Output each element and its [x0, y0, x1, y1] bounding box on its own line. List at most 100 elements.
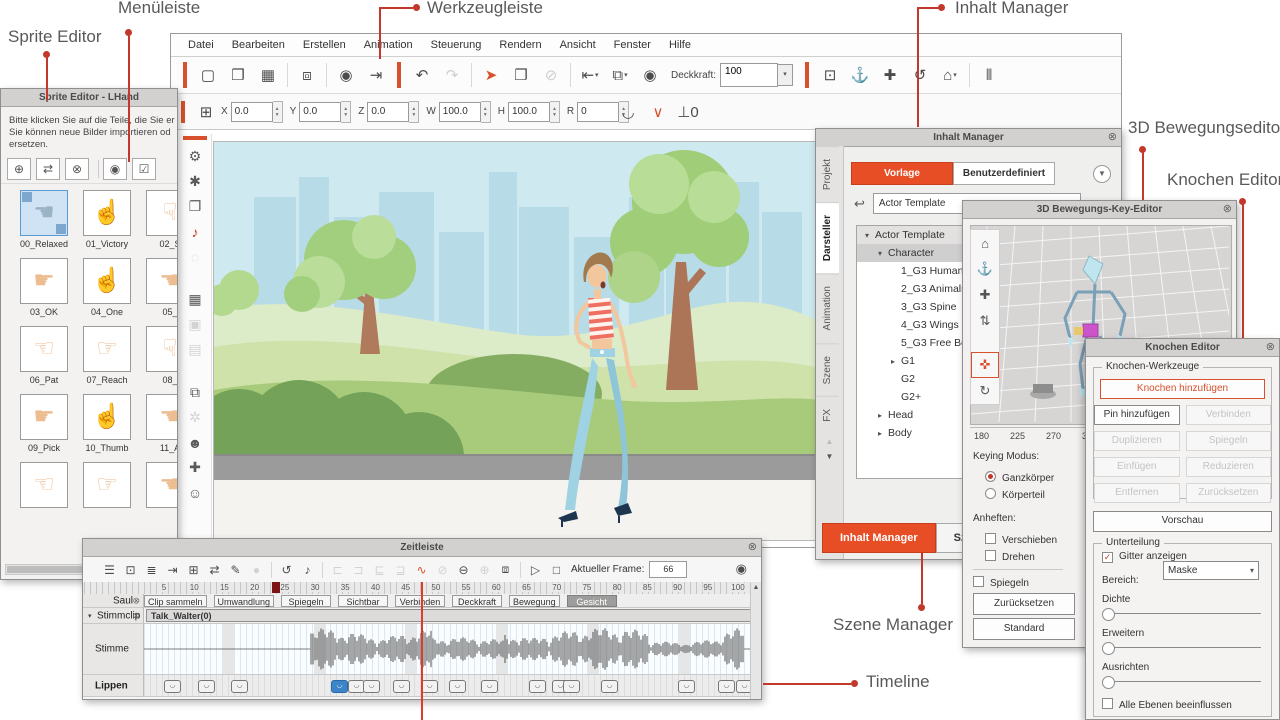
undo-icon[interactable]: ↶ — [409, 63, 435, 87]
playhead-line[interactable] — [421, 582, 423, 720]
bereich-dropdown[interactable]: Maske — [1163, 561, 1259, 580]
save-icon[interactable]: ▦ — [255, 63, 281, 87]
lipsync-key[interactable]: ◡ — [481, 680, 498, 693]
dock-grid-icon[interactable]: ⊞ — [193, 100, 219, 124]
manager-tab[interactable]: Inhalt Manager — [822, 523, 936, 553]
hand-sprite-icon[interactable]: ☝ — [83, 394, 131, 440]
slider-knob-icon[interactable] — [1102, 642, 1115, 655]
spinner-icon[interactable]: ▲▼ — [341, 101, 351, 123]
swap-frame-icon[interactable]: ⇄ — [205, 561, 224, 579]
sprite-item[interactable]: ☟ 02_S — [141, 190, 177, 249]
move-bone-icon[interactable]: ✜ — [971, 352, 999, 378]
hand-sprite-icon[interactable]: ☛ — [20, 258, 68, 304]
menu-item[interactable]: Erstellen — [294, 39, 355, 51]
preview-button[interactable]: Vorschau — [1093, 511, 1272, 532]
sprite-item[interactable]: ☚ 05_ — [141, 258, 177, 317]
hand-sprite-icon[interactable]: ☞ — [83, 462, 131, 508]
sprite-item[interactable]: ☜ 06_Pat — [15, 326, 73, 385]
hand-sprite-icon[interactable]: ☜ — [20, 462, 68, 508]
scroll-up-icon[interactable]: ▲ — [816, 434, 843, 449]
menu-item[interactable]: Datei — [179, 39, 223, 51]
unlink-clip-icon[interactable]: ⊘ — [433, 561, 452, 579]
tree-expand-icon[interactable]: ▸ — [878, 407, 888, 425]
tree-expand-icon[interactable]: ▾ — [878, 245, 888, 263]
stop-icon[interactable]: □ — [547, 561, 566, 579]
collapse-icon[interactable]: ▾ — [88, 612, 92, 620]
tree-expand-icon[interactable]: ▸ — [878, 425, 888, 443]
category-tab[interactable]: Szene — [816, 343, 839, 396]
spinner-icon[interactable]: ▲▼ — [481, 101, 491, 123]
close-icon[interactable]: ⊗ — [1266, 339, 1275, 356]
select-icon[interactable]: ➤ — [478, 63, 504, 87]
voice-icon[interactable]: ♪ — [179, 219, 211, 244]
deckkraft-dropdown-icon[interactable]: ▾ — [778, 64, 793, 86]
rotate-icon[interactable]: ↺ — [907, 63, 933, 87]
close-track-icon[interactable]: ⊗ — [132, 610, 140, 621]
lipsync-key[interactable]: ◡ — [421, 680, 438, 693]
smooth-curve-icon[interactable]: ◡ — [615, 100, 641, 124]
hand-sprite-icon[interactable]: ☛ — [20, 394, 68, 440]
spinner-icon[interactable]: ▲▼ — [550, 101, 560, 123]
align-clip-icon[interactable]: ⊑ — [370, 561, 389, 579]
chevron-down-icon[interactable]: ▼ — [1093, 165, 1111, 183]
category-tab[interactable]: Animation — [816, 273, 839, 342]
category-tab[interactable]: Darsteller — [816, 202, 839, 273]
add-frame-icon[interactable]: ⊞ — [184, 561, 203, 579]
transform-input[interactable]: 0.0 — [299, 102, 341, 122]
hand-sprite-icon[interactable]: ☜ — [20, 326, 68, 372]
hand-sprite-icon[interactable]: ☚ — [20, 190, 68, 236]
scroll-down-icon[interactable]: ▼ — [816, 449, 843, 464]
visibility-icon[interactable]: ◉ — [637, 63, 663, 87]
mask-icon[interactable]: ⊘ — [538, 63, 564, 87]
group-icon[interactable]: ⊏ — [328, 561, 347, 579]
cart-icon[interactable]: ⧈ — [294, 63, 320, 87]
zero-pose-icon[interactable]: ⊥0 — [675, 100, 701, 124]
menu-item[interactable]: Animation — [355, 39, 422, 51]
tree-expand-icon[interactable]: ▾ — [865, 227, 875, 245]
playhead-marker[interactable] — [272, 582, 280, 593]
break-clip-icon[interactable]: ∿ — [412, 561, 431, 579]
ungroup-icon[interactable]: ⊐ — [349, 561, 368, 579]
hand-sprite-icon[interactable]: ☝ — [83, 258, 131, 304]
sprite-grid-icon[interactable]: ▦ — [179, 287, 211, 312]
edit-menu-icon[interactable]: ✎ — [226, 561, 245, 579]
snapshot-icon[interactable]: ⊡ — [121, 561, 140, 579]
anchor-icon[interactable]: ⚓ — [847, 63, 873, 87]
lipsync-key[interactable]: ◡ — [363, 680, 380, 693]
tree-expand-icon[interactable]: ▸ — [891, 353, 901, 371]
menu-item[interactable]: Steuerung — [422, 39, 491, 51]
sprite-item[interactable]: ☝ 04_One — [78, 258, 136, 317]
sprite-item[interactable]: ☜ — [15, 462, 73, 511]
track-section-button[interactable]: Gesicht — [567, 595, 617, 607]
menu-item[interactable]: Rendern — [490, 39, 550, 51]
track-list-icon[interactable]: ☰ — [100, 561, 119, 579]
stage-canvas[interactable] — [213, 141, 821, 541]
trim-clip-icon[interactable]: ⊒ — [391, 561, 410, 579]
home-icon[interactable]: ⌂▾ — [937, 63, 963, 87]
bone-tool-button[interactable]: Zurücksetzen — [1186, 483, 1272, 503]
play-icon[interactable]: ▷ — [526, 561, 545, 579]
track-visibility-icon[interactable]: ◉ — [736, 561, 747, 577]
sprite-swap-icon[interactable]: ❐ — [179, 194, 211, 219]
sprite-item[interactable]: ☝ 10_Thumb — [78, 394, 136, 453]
param-icon[interactable]: ▤ — [179, 337, 211, 362]
menu-item[interactable]: Ansicht — [551, 39, 605, 51]
home-view-icon[interactable]: ⌂ — [971, 230, 999, 256]
anchor-view-icon[interactable]: ⚓ — [971, 256, 999, 282]
sprite-item[interactable]: ☛ 09_Pick — [15, 394, 73, 453]
timeline-vscrollbar[interactable]: ▲ — [750, 582, 761, 699]
lipsync-key[interactable]: ◡ — [164, 680, 181, 693]
record-icon[interactable]: ● — [247, 561, 266, 579]
slider-control[interactable] — [1102, 642, 1261, 654]
object-icon[interactable]: ❐ — [508, 63, 534, 87]
lipsync-key[interactable]: ◡ — [718, 680, 735, 693]
category-tab[interactable]: Projekt — [816, 146, 839, 202]
transform-input[interactable]: 0.0 — [231, 102, 273, 122]
body-puppet-icon[interactable]: ✲ — [179, 405, 211, 430]
close-icon[interactable]: ⊗ — [1223, 201, 1232, 218]
eye-icon[interactable]: ◉ — [103, 158, 127, 180]
menu-item[interactable]: Bearbeiten — [223, 39, 294, 51]
delete-sprite-icon[interactable]: ⊗ — [65, 158, 89, 180]
track-section-button[interactable]: Clip sammeln — [144, 595, 207, 607]
new-icon[interactable]: ▢ — [195, 63, 221, 87]
